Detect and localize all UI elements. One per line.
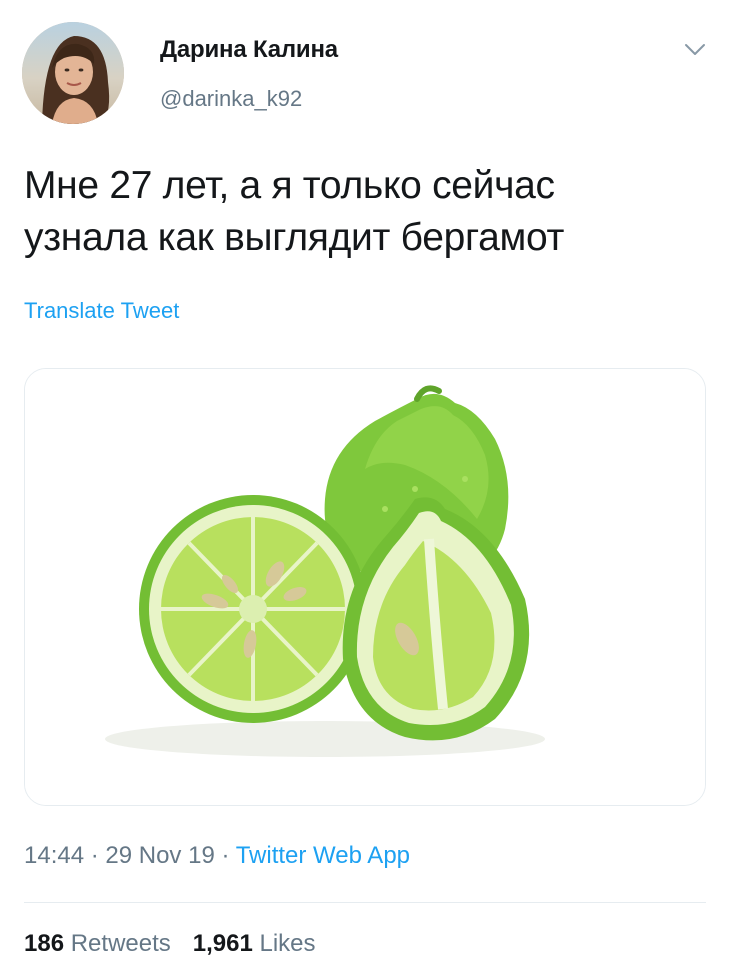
likes-stat[interactable]: 1,961 Likes <box>193 930 316 957</box>
translate-tweet-link[interactable]: Translate Tweet <box>24 298 179 324</box>
retweets-count: 186 <box>24 930 65 957</box>
avatar[interactable] <box>22 22 124 124</box>
retweets-stat[interactable]: 186 Retweets <box>24 930 171 957</box>
tweet-text: Мне 27 лет, а я только сейчас узнала как… <box>24 160 714 264</box>
tweet-date[interactable]: 29 Nov 19 <box>105 842 214 869</box>
tweet-photo[interactable] <box>24 368 706 806</box>
tweet-source-link[interactable]: Twitter Web App <box>236 842 410 869</box>
meta-separator: · <box>214 842 236 869</box>
author-name[interactable]: Дарина Калина <box>160 36 338 64</box>
tweet-time[interactable]: 14:44 <box>24 842 84 869</box>
tweet-stats: 186 Retweets 1,961 Likes <box>24 930 316 958</box>
retweets-label: Retweets <box>70 930 171 957</box>
tweet-text-line: узнала как выглядит бергамот <box>24 216 565 259</box>
chevron-down-icon[interactable] <box>680 38 710 62</box>
meta-separator: · <box>84 842 106 869</box>
likes-count: 1,961 <box>192 930 253 957</box>
likes-label: Likes <box>259 930 316 957</box>
tweet-meta: 14:44 · 29 Nov 19 · Twitter Web App <box>24 842 410 870</box>
tweet: Дарина Калина @darinka_k92 Мне 27 лет, а… <box>0 0 730 980</box>
tweet-text-line: Мне 27 лет, а я только сейчас <box>24 164 555 207</box>
divider <box>24 902 706 903</box>
author-handle[interactable]: @darinka_k92 <box>160 86 302 112</box>
